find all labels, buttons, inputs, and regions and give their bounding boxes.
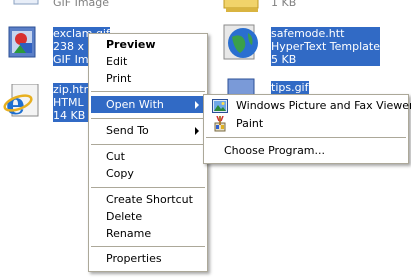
menu-separator <box>91 144 205 145</box>
submenu-separator <box>206 137 406 138</box>
menu-item-send-to[interactable]: Send To <box>91 122 205 139</box>
menu-item-rename[interactable]: Rename <box>91 225 205 242</box>
menu-label: Preview <box>106 38 156 51</box>
menu-label: Properties <box>106 252 162 265</box>
menu-item-cut[interactable]: Cut <box>91 148 205 165</box>
submenu-label: Paint <box>236 117 264 130</box>
picture-viewer-icon <box>212 98 228 114</box>
menu-label: Delete <box>106 210 143 223</box>
context-menu: Preview Edit Print Open With Send To Cut… <box>88 33 208 272</box>
folder-icon[interactable] <box>222 0 262 14</box>
menu-label: Rename <box>106 227 152 240</box>
menu-label: Edit <box>106 55 128 68</box>
menu-separator <box>91 246 205 247</box>
menu-label: Open With <box>106 98 164 111</box>
globe-template-icon[interactable] <box>222 23 264 63</box>
submenu-item-paint[interactable]: Paint <box>206 115 406 132</box>
menu-label: Send To <box>106 124 149 137</box>
file-label-tips[interactable]: tips.gif <box>271 81 309 94</box>
file-label-gif-image: GIF Image <box>53 0 110 9</box>
menu-item-delete[interactable]: Delete <box>91 208 205 225</box>
paint-icon <box>212 115 228 132</box>
menu-label: Copy <box>106 167 134 180</box>
menu-item-create-shortcut[interactable]: Create Shortcut <box>91 191 205 208</box>
submenu-item-fax-viewer[interactable]: Windows Picture and Fax Viewer <box>206 97 411 114</box>
ie-html-icon[interactable]: e <box>2 83 42 122</box>
menu-item-open-with[interactable]: Open With <box>91 96 205 113</box>
menu-item-preview[interactable]: Preview <box>91 36 205 53</box>
submenu-arrow-icon <box>195 127 199 135</box>
menu-separator <box>91 187 205 188</box>
file-label-size-top: 1 KB <box>271 0 297 9</box>
submenu-arrow-icon <box>195 101 199 109</box>
submenu-label: Windows Picture and Fax Viewer <box>236 99 411 112</box>
file-label-safemode[interactable]: safemode.htt HyperText Template 5 KB <box>271 27 380 66</box>
menu-separator <box>91 91 205 92</box>
menu-label: Create Shortcut <box>106 193 193 206</box>
gif-file-icon[interactable] <box>10 0 42 6</box>
submenu-label: Choose Program... <box>224 144 326 157</box>
gif-image-icon[interactable] <box>6 25 42 61</box>
submenu-item-choose-program[interactable]: Choose Program... <box>206 142 406 159</box>
menu-item-properties[interactable]: Properties <box>91 250 205 267</box>
menu-item-copy[interactable]: Copy <box>91 165 205 182</box>
open-with-submenu: Windows Picture and Fax Viewer Paint Cho… <box>203 94 411 164</box>
menu-label: Print <box>106 72 132 85</box>
menu-item-print[interactable]: Print <box>91 70 205 87</box>
menu-label: Cut <box>106 150 125 163</box>
svg-text:e: e <box>6 87 25 120</box>
menu-separator <box>91 118 205 119</box>
menu-item-edit[interactable]: Edit <box>91 53 205 70</box>
